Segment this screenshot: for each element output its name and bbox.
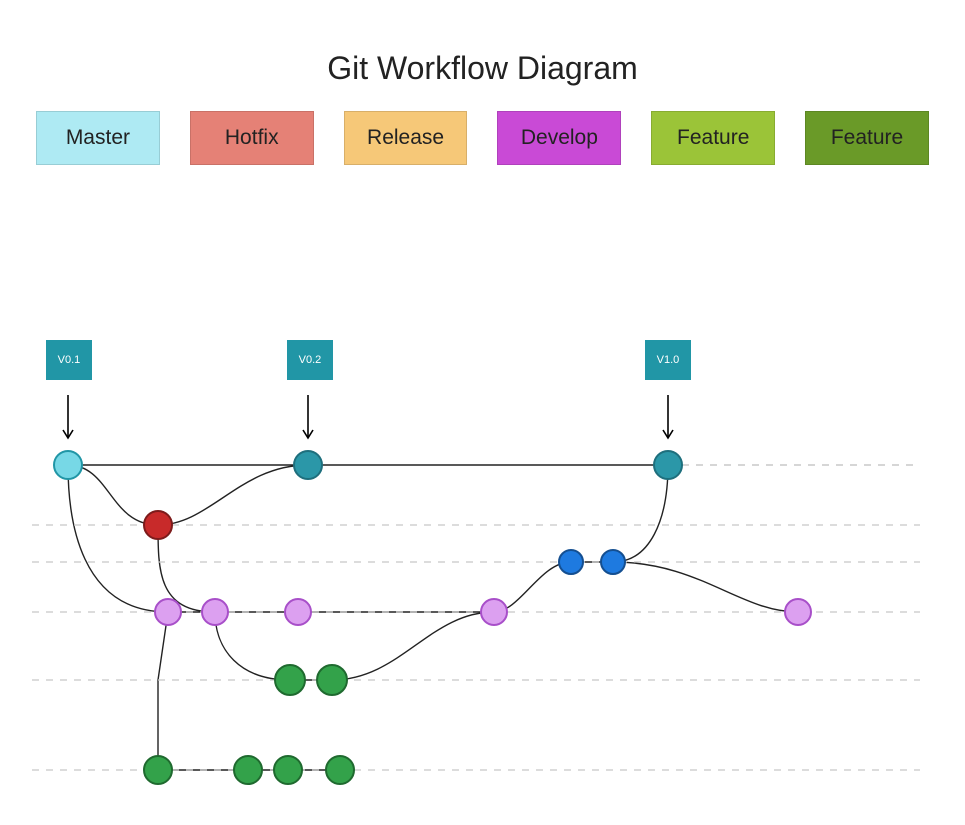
- commit-node: [481, 599, 507, 625]
- commit-node: [202, 599, 228, 625]
- branch-label-release-2: Release: [344, 111, 468, 165]
- branch-legend: Master Hotfix Release Develop Feature Feature: [0, 111, 965, 165]
- branch-label-hotfix-1: Hotfix: [190, 111, 314, 165]
- edge: [68, 465, 158, 525]
- edge: [158, 612, 168, 770]
- commit-node: [654, 451, 682, 479]
- commit-node: [274, 756, 302, 784]
- commit-node: [785, 599, 811, 625]
- branch-label-develop-3: Develop: [497, 111, 621, 165]
- edge: [613, 562, 798, 612]
- commit-node: [144, 511, 172, 539]
- workflow-canvas: [0, 290, 965, 810]
- commit-node: [54, 451, 82, 479]
- commit-node: [155, 599, 181, 625]
- branch-label-master-0: Master: [36, 111, 160, 165]
- branch-label-feature-5: Feature: [805, 111, 929, 165]
- commit-node: [326, 756, 354, 784]
- edge: [158, 465, 308, 525]
- commit-node: [234, 756, 262, 784]
- page-title: Git Workflow Diagram: [0, 50, 965, 87]
- commit-node: [559, 550, 583, 574]
- commit-node: [275, 665, 305, 695]
- commit-node: [285, 599, 311, 625]
- commit-node: [317, 665, 347, 695]
- edge: [332, 612, 494, 680]
- edge: [613, 465, 668, 562]
- commit-node: [601, 550, 625, 574]
- commit-node: [144, 756, 172, 784]
- branch-label-feature-4: Feature: [651, 111, 775, 165]
- commit-node: [294, 451, 322, 479]
